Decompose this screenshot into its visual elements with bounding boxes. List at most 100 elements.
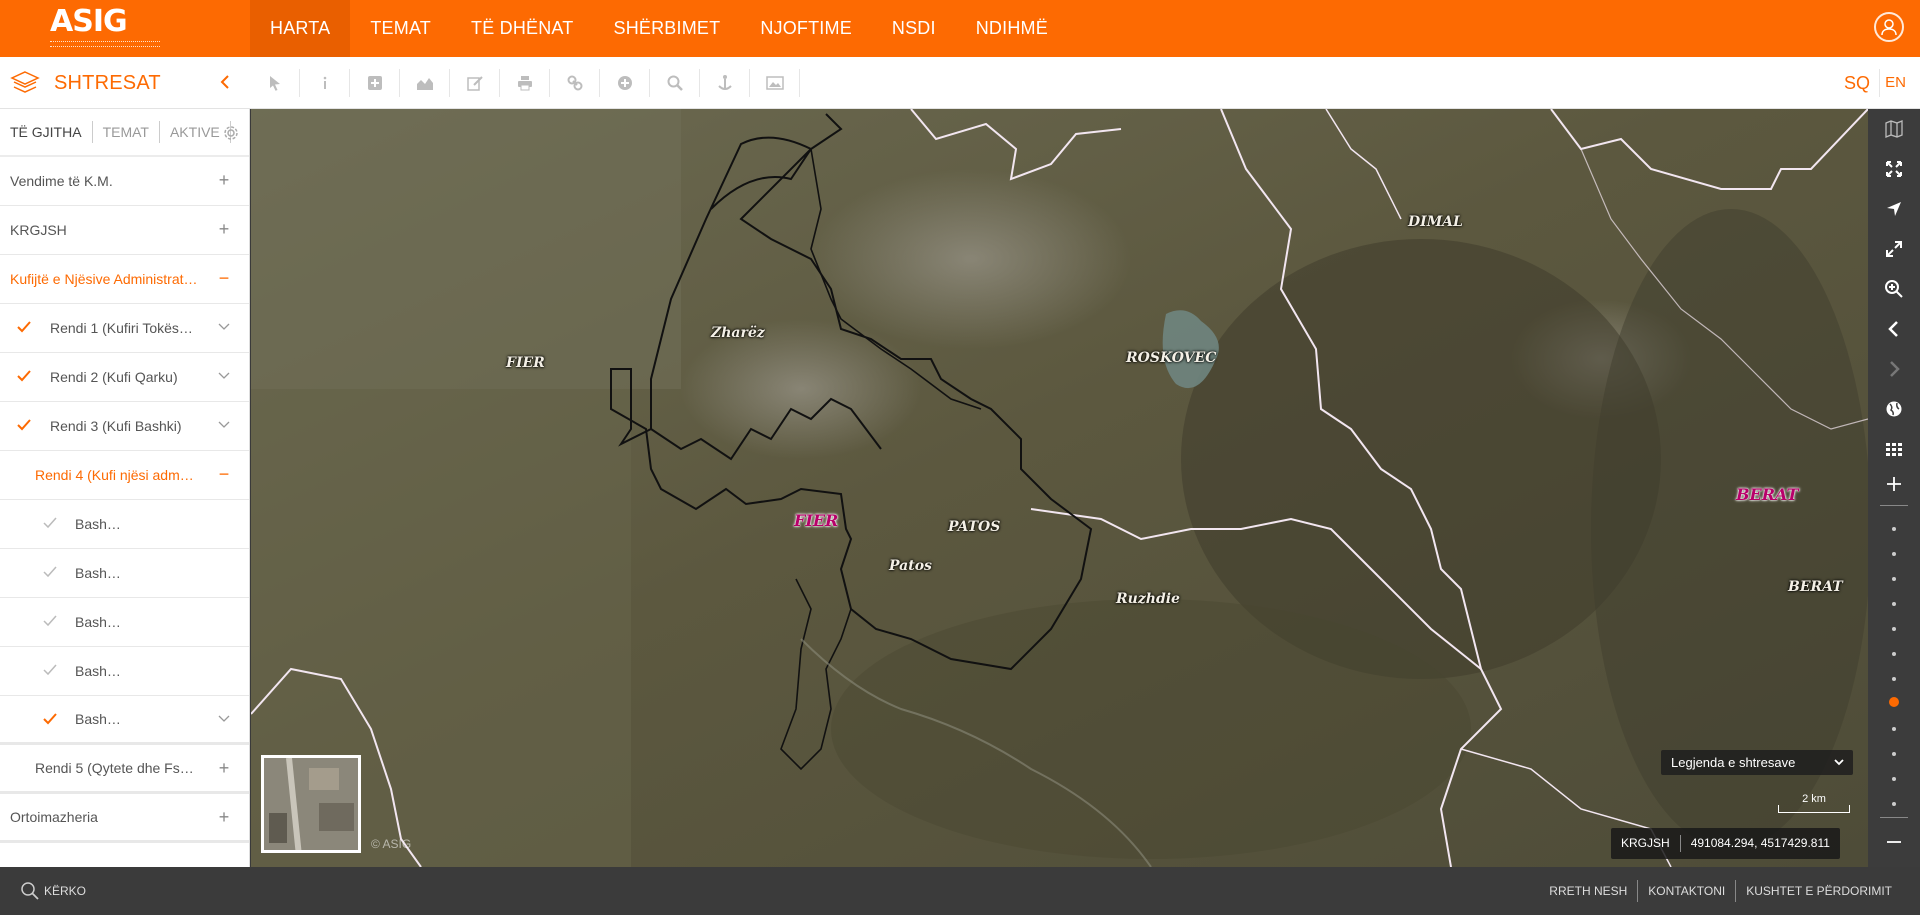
zoom-tick — [1892, 802, 1896, 806]
layer-rendi-1[interactable]: Rendi 1 (Kufiri Tokësor) — [0, 304, 249, 353]
check-icon[interactable] — [16, 319, 32, 335]
expand-icon[interactable] — [1868, 229, 1920, 269]
layer-vendime[interactable]: Vendime të K.M. + — [0, 157, 249, 206]
image-icon[interactable] — [750, 57, 800, 109]
place-label-ruzhdie: Ruzhdie — [1116, 591, 1180, 607]
check-icon[interactable] — [42, 515, 58, 531]
layer-bashkia-patos[interactable]: Bashkia Patos (Rendi 4) — [0, 696, 249, 745]
check-icon[interactable] — [42, 613, 58, 629]
expand-icon[interactable]: + — [215, 759, 233, 777]
zoom-minus-button[interactable] — [1868, 827, 1920, 857]
user-icon[interactable] — [1874, 12, 1904, 42]
search-tool-icon[interactable] — [650, 57, 700, 109]
layers-panel: TË GJITHA TEMAT AKTIVE Vendime të K.M. +… — [0, 109, 250, 867]
fullscreen-icon[interactable] — [1868, 149, 1920, 189]
layer-bashkia-dimal[interactable]: Bashkia Dimal (Rendi 4) — [0, 598, 249, 647]
map-canvas[interactable]: FIER Zharëz FIER PATOS Patos Ruzhdie ROS… — [251, 109, 1868, 867]
check-icon[interactable] — [42, 662, 58, 678]
layer-bashkia-malesi[interactable]: Bashkia Malësi e Madhe (Rendi 4) — [0, 549, 249, 598]
map-controls — [1868, 109, 1920, 867]
chevron-down-icon[interactable] — [215, 710, 233, 728]
legend-label: Legjenda e shtresave — [1671, 755, 1796, 770]
add-box-icon[interactable] — [350, 57, 400, 109]
chevron-down-icon[interactable] — [215, 416, 233, 434]
nav-ndihme[interactable]: NDIHMË — [956, 0, 1068, 57]
nav-nsdi[interactable]: NSDI — [872, 0, 956, 57]
map-book-icon[interactable] — [1868, 109, 1920, 149]
expand-icon[interactable]: + — [215, 808, 233, 826]
zoom-plus-button[interactable] — [1868, 469, 1920, 499]
search-input[interactable] — [44, 879, 244, 903]
forward-icon[interactable] — [1868, 349, 1920, 389]
overview-minimap[interactable] — [261, 755, 361, 853]
coordinate-readout: KRGJSH 491084.294, 4517429.811 — [1611, 828, 1840, 859]
chevron-down-icon[interactable] — [215, 367, 233, 385]
layer-ortoimazheria[interactable]: Ortoimazheria + — [0, 794, 249, 843]
nav-sherbimet[interactable]: SHËRBIMET — [594, 0, 741, 57]
check-icon[interactable] — [16, 368, 32, 384]
check-icon[interactable] — [42, 564, 58, 580]
place-label-zharez: Zharëz — [711, 325, 765, 341]
map-tools — [250, 57, 800, 109]
panel-title: SHTRESAT — [54, 72, 161, 94]
cursor-icon[interactable] — [250, 57, 300, 109]
info-icon[interactable] — [300, 57, 350, 109]
layer-bashkia-shkoder[interactable]: Bashkia Shkodër (Rendi 4) — [0, 500, 249, 549]
print-icon[interactable] — [500, 57, 550, 109]
expand-icon[interactable]: + — [215, 171, 233, 189]
chevron-down-icon[interactable] — [215, 318, 233, 336]
link-rreth-nesh[interactable]: RRETH NESH — [1539, 880, 1637, 902]
nav-te-dhenat[interactable]: TË DHËNAT — [451, 0, 593, 57]
collapse-icon[interactable]: − — [215, 465, 233, 483]
navigate-icon[interactable] — [1868, 189, 1920, 229]
tab-temat[interactable]: TEMAT — [93, 121, 160, 143]
tab-te-gjitha[interactable]: TË GJITHA — [0, 121, 93, 143]
zoom-in-icon[interactable] — [1868, 269, 1920, 309]
check-icon[interactable] — [16, 417, 32, 433]
scale-bar: 2 km — [1778, 791, 1850, 815]
layer-krgjsh[interactable]: KRGJSH + — [0, 206, 249, 255]
nav-njoftime[interactable]: NJOFTIME — [740, 0, 872, 57]
lang-sq[interactable]: SQ — [1844, 57, 1870, 109]
layer-rendi-5[interactable]: Rendi 5 (Qytete dhe Fshatra) + — [0, 745, 249, 794]
layer-rendi-4[interactable]: Rendi 4 (Kufi njësi administrative) − — [0, 451, 249, 500]
grid-icon[interactable] — [1868, 429, 1920, 469]
nav-harta[interactable]: HARTA — [250, 0, 351, 57]
asig-logo[interactable]: ASIG — [50, 6, 160, 50]
layer-kufijte[interactable]: Kufijtë e Njësive Administrative − — [0, 255, 249, 304]
nav-temat[interactable]: TEMAT — [350, 0, 451, 57]
area-chart-icon[interactable] — [400, 57, 450, 109]
anchor-icon[interactable] — [700, 57, 750, 109]
zoom-tick — [1892, 627, 1896, 631]
edit-icon[interactable] — [450, 57, 500, 109]
zoom-tick — [1892, 677, 1896, 681]
layers-icon — [10, 69, 40, 97]
layer-label: Rendi 5 (Qytete dhe Fshatra) — [35, 760, 195, 776]
back-icon[interactable] — [1868, 309, 1920, 349]
plus-circle-icon[interactable] — [600, 57, 650, 109]
place-label-fier-region: FIER — [794, 511, 839, 530]
layer-rendi-3[interactable]: Rendi 3 (Kufi Bashki) — [0, 402, 249, 451]
layer-label: Kufijtë e Njësive Administrative — [10, 271, 200, 287]
link-kushtet[interactable]: KUSHTET E PËRDORIMIT — [1735, 880, 1902, 902]
check-icon[interactable] — [42, 711, 58, 727]
legend-dropdown[interactable]: Legjenda e shtresave — [1661, 750, 1853, 775]
zoom-handle[interactable] — [1889, 697, 1899, 707]
link-kontaktoni[interactable]: KONTAKTONI — [1637, 880, 1735, 902]
zoom-tick — [1892, 652, 1896, 656]
search-icon — [20, 881, 40, 901]
link-icon[interactable] — [550, 57, 600, 109]
expand-icon[interactable]: + — [215, 220, 233, 238]
scale-bar-line — [1778, 805, 1850, 813]
gear-icon[interactable] — [221, 123, 241, 143]
collapse-panel-icon[interactable] — [216, 72, 236, 92]
zoom-tick — [1892, 552, 1896, 556]
collapse-icon[interactable]: − — [215, 269, 233, 287]
layer-bashkia-kamez[interactable]: Bashkia Kamëz (Rendi 4) — [0, 647, 249, 696]
globe-icon[interactable] — [1868, 389, 1920, 429]
lang-en[interactable]: EN — [1885, 57, 1906, 109]
layer-label: Bashkia Shkodër (Rendi 4) — [75, 516, 125, 532]
zoom-tick — [1892, 727, 1896, 731]
zoom-slider-divider — [1880, 817, 1908, 818]
layer-rendi-2[interactable]: Rendi 2 (Kufi Qarku) — [0, 353, 249, 402]
